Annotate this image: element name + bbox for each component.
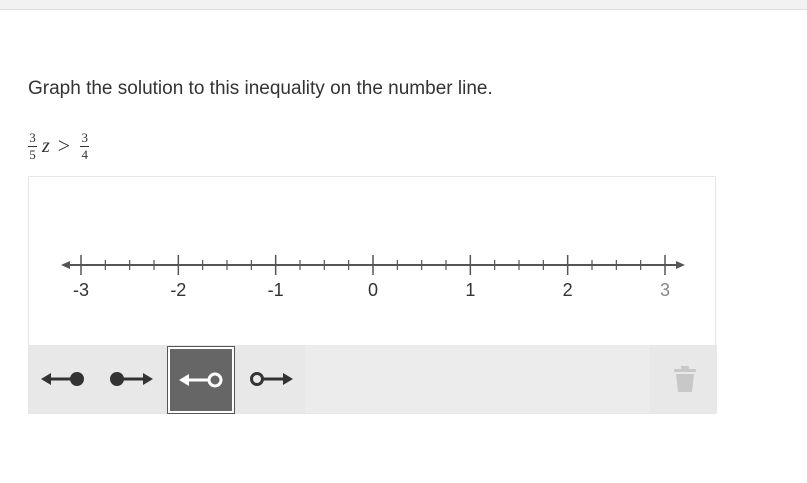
graph-panel: -3 -2 -1 0 1 2 3 (28, 176, 717, 414)
rhs-fraction: 3 4 (80, 129, 90, 162)
arrow-left-closed-dot-icon (41, 372, 84, 386)
coefficient-numerator: 3 (29, 129, 36, 145)
toolbar-spacer (305, 345, 650, 413)
arrow-left-open-dot-icon (179, 372, 223, 388)
rhs-denominator: 4 (81, 146, 88, 162)
open-left-ray-tool[interactable] (167, 346, 235, 414)
tick-label: 0 (368, 280, 378, 300)
question-prompt: Graph the solution to this inequality on… (28, 78, 493, 99)
top-bar (0, 0, 807, 10)
delete-button[interactable] (653, 345, 717, 413)
tick-label: -2 (170, 280, 186, 300)
inequality-equation: 3 5 z > 3 4 (28, 126, 90, 166)
number-line[interactable]: -3 -2 -1 0 1 2 3 (29, 177, 717, 345)
arrow-right-open-dot-icon (250, 372, 293, 386)
closed-right-ray-tool[interactable] (99, 347, 163, 411)
tick-label: -1 (268, 280, 284, 300)
rhs-numerator: 3 (81, 129, 88, 145)
axis-left-arrow (61, 261, 70, 269)
arrow-right-closed-dot-icon (110, 372, 153, 386)
graph-toolbar (29, 345, 717, 414)
equation-variable: z (42, 134, 50, 157)
coefficient-denominator: 5 (29, 146, 36, 162)
equation-operator: > (57, 133, 71, 158)
open-right-ray-tool[interactable] (239, 347, 303, 411)
closed-left-ray-tool[interactable] (31, 347, 95, 411)
tick-label: -3 (73, 280, 89, 300)
tick-label: 2 (563, 280, 573, 300)
tick-label: 3 (660, 280, 670, 300)
tick-label: 1 (465, 280, 475, 300)
coefficient-fraction: 3 5 (28, 129, 37, 162)
axis-right-arrow (676, 261, 685, 269)
trash-icon (674, 366, 696, 392)
